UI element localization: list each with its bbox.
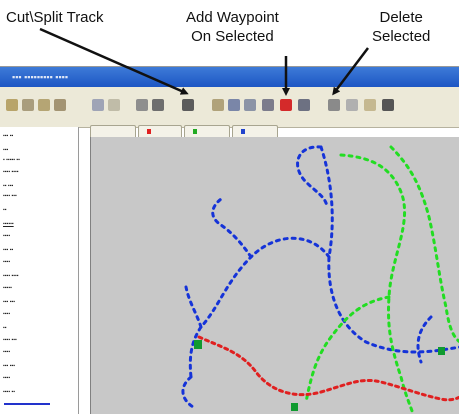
callout-delete-selected: Delete Selected	[372, 8, 430, 46]
tool-icon[interactable]	[244, 99, 256, 111]
tool-icon[interactable]	[298, 99, 310, 111]
map-canvas[interactable]	[90, 137, 459, 414]
list-item[interactable]: ▪▪	[3, 325, 7, 331]
tool-icon[interactable]	[152, 99, 164, 111]
tool-icon[interactable]	[228, 99, 240, 111]
tool-icon[interactable]	[136, 99, 148, 111]
tool-icon[interactable]	[6, 99, 18, 111]
tab-color-icon	[147, 129, 151, 134]
list-item[interactable]: ▪▪▪ ▪▪	[3, 133, 13, 139]
tool-icon[interactable]	[22, 99, 34, 111]
tab[interactable]	[232, 125, 278, 137]
tool-icon[interactable]	[364, 99, 376, 111]
blue-track	[319, 145, 459, 354]
tool-icon[interactable]	[108, 99, 120, 111]
list-item[interactable]: ▪▪▪ ▪▪▪	[3, 299, 15, 305]
tab-color-icon	[241, 129, 245, 134]
list-item[interactable]: ▪▪▪▪ ▪▪▪▪	[3, 169, 19, 175]
tool-icon[interactable]	[38, 99, 50, 111]
selection-bar	[4, 403, 50, 405]
tool-icon[interactable]	[346, 99, 358, 111]
list-item[interactable]: ▪▪	[3, 207, 7, 213]
tab-color-icon	[193, 129, 197, 134]
track-list-panel: ▪▪▪ ▪▪ ▪▪▪ ▪ ▪▪▪▪▪ ▪▪ ▪▪▪▪ ▪▪▪▪ ▪▪ ▪▪▪ ▪…	[0, 127, 79, 414]
list-item[interactable]: ▪▪▪▪	[3, 233, 10, 239]
list-item[interactable]: ▪▪▪▪	[3, 375, 10, 381]
app-window: ▪▪▪ ▪▪▪▪▪▪▪▪▪ ▪▪▪▪ ▪▪▪ ▪▪ ▪▪▪ ▪ ▪▪▪▪▪ ▪▪…	[0, 66, 459, 414]
list-item[interactable]: ▪▪▪▪ ▪▪▪	[3, 193, 17, 199]
list-item[interactable]: ▪▪▪▪▪	[3, 285, 12, 291]
green-track	[304, 295, 391, 404]
list-item[interactable]: ▪▪▪▪ ▪▪	[3, 389, 15, 395]
list-item[interactable]: ▪▪▪▪▪▪	[3, 221, 14, 227]
callout-delete-line2: Selected	[372, 28, 431, 45]
window-title-bar: ▪▪▪ ▪▪▪▪▪▪▪▪▪ ▪▪▪▪	[0, 67, 459, 87]
toolbar	[0, 87, 459, 128]
waypoint-icon	[291, 403, 298, 411]
cut-split-track-button[interactable]	[182, 99, 194, 111]
tab[interactable]	[138, 125, 182, 137]
list-item[interactable]: ▪▪▪▪	[3, 259, 10, 265]
list-item[interactable]: ▪▪▪▪	[3, 349, 10, 355]
waypoint-icon	[438, 347, 445, 355]
callout-add-waypoint-line2: On Selected	[191, 28, 274, 45]
callout-add-waypoint-line1: Add Waypoint	[186, 9, 279, 26]
tool-icon[interactable]	[92, 99, 104, 111]
callout-cut-split-track: Cut\Split Track	[6, 9, 104, 26]
list-item[interactable]: ▪▪ ▪▪▪	[3, 183, 13, 189]
blue-track	[416, 315, 433, 364]
list-item[interactable]: ▪ ▪▪▪▪▪ ▪▪	[3, 157, 20, 163]
list-item[interactable]: ▪▪▪ ▪▪	[3, 247, 13, 253]
list-item[interactable]: ▪▪▪▪ ▪▪▪▪	[3, 273, 19, 279]
window-title-text: ▪▪▪ ▪▪▪▪▪▪▪▪▪ ▪▪▪▪	[12, 72, 69, 82]
list-item[interactable]: ▪▪▪▪	[3, 311, 10, 317]
blue-track	[184, 285, 203, 329]
green-track	[389, 145, 459, 344]
tool-icon[interactable]	[54, 99, 66, 111]
red-track	[197, 335, 459, 402]
blue-track	[181, 375, 195, 409]
list-item[interactable]: ▪▪▪ ▪▪▪	[3, 363, 15, 369]
list-item[interactable]: ▪▪▪▪ ▪▪▪	[3, 337, 17, 343]
tool-icon[interactable]	[262, 99, 274, 111]
list-item[interactable]: ▪▪▪	[3, 147, 8, 153]
add-waypoint-button[interactable]	[280, 99, 292, 111]
tool-icon[interactable]	[212, 99, 224, 111]
tool-icon[interactable]	[382, 99, 394, 111]
tracks-layer	[181, 145, 459, 414]
tab[interactable]	[184, 125, 230, 137]
blue-track	[211, 197, 253, 259]
blue-track	[188, 236, 331, 379]
green-track	[339, 153, 415, 414]
delete-selected-button[interactable]	[328, 99, 340, 111]
callout-add-waypoint: Add Waypoint On Selected	[186, 8, 279, 46]
waypoint-icon	[194, 340, 202, 349]
tab[interactable]	[90, 125, 136, 137]
callout-delete-line1: Delete	[379, 9, 423, 26]
